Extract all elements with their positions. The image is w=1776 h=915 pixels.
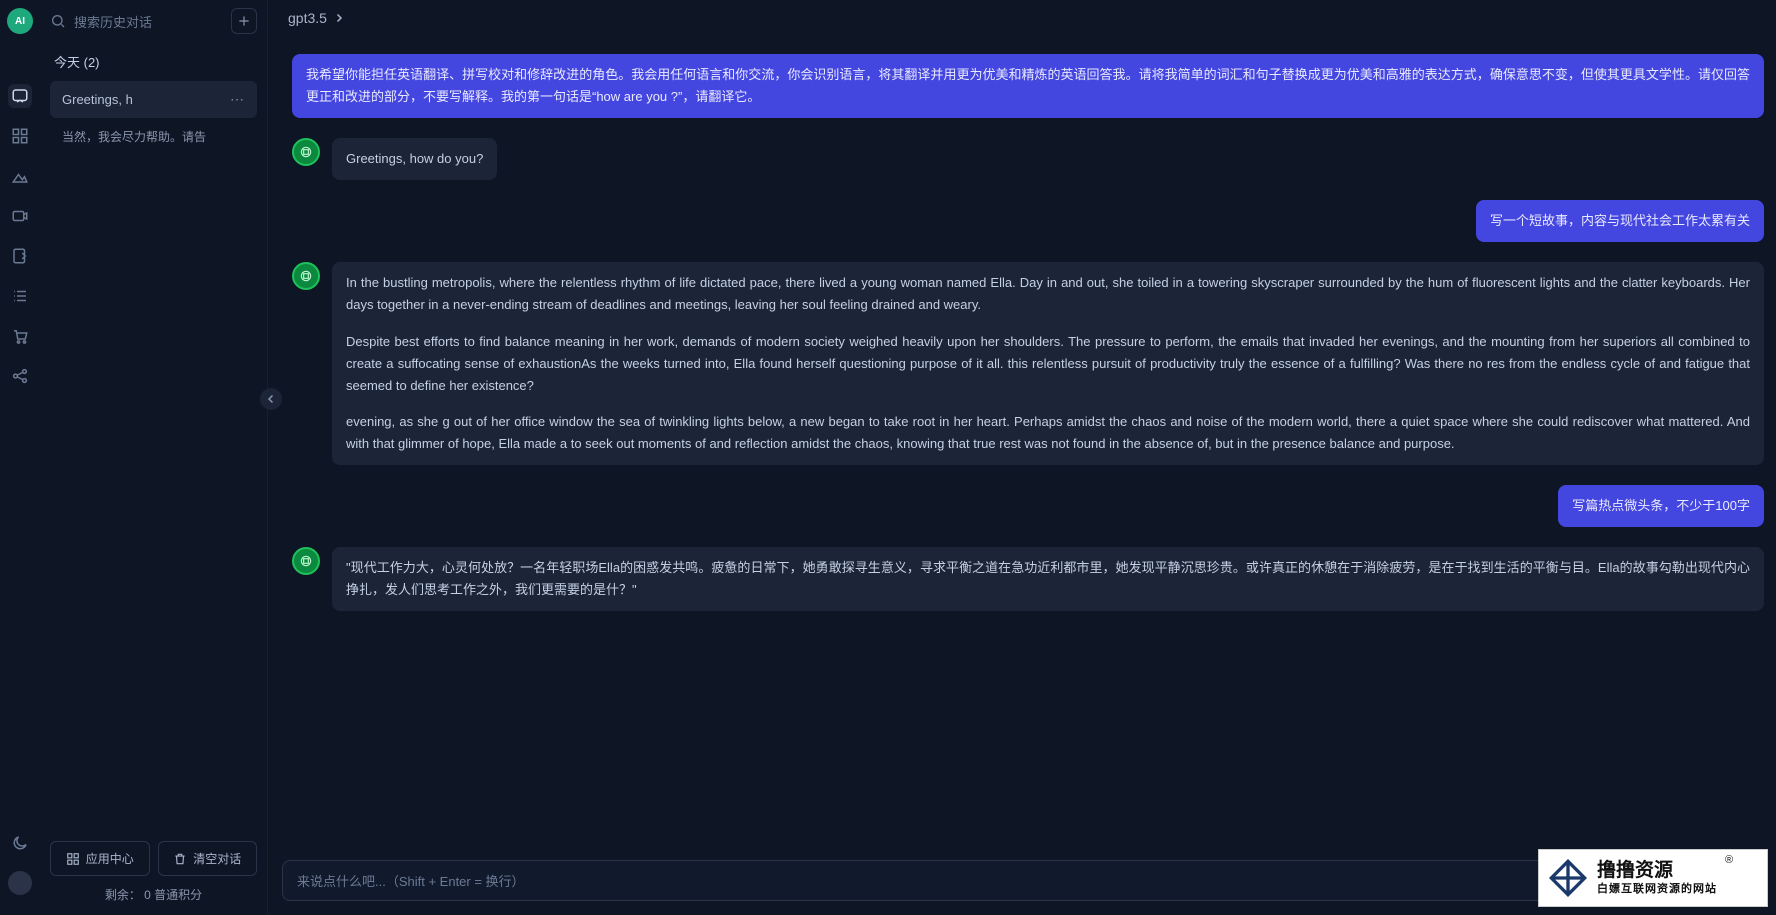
grid-icon — [66, 852, 80, 866]
watermark-subtitle: 白嫖互联网资源的网站 — [1597, 883, 1717, 896]
watermark-logo-icon — [1547, 857, 1589, 899]
model-header[interactable]: gpt3.5 — [268, 0, 1776, 36]
plus-icon — [237, 14, 251, 28]
message-user: 写一个短故事，内容与现代社会工作太累有关 — [292, 200, 1764, 242]
model-name: gpt3.5 — [288, 10, 327, 26]
nav-chat-icon[interactable] — [8, 84, 32, 108]
nav-video-icon[interactable] — [8, 204, 32, 228]
assistant-avatar-icon — [292, 262, 320, 290]
nav-cart-icon[interactable] — [8, 324, 32, 348]
assistant-bubble: Greetings, how do you? — [332, 138, 497, 180]
nav-write-icon[interactable] — [8, 244, 32, 268]
main-pane: gpt3.5 我希望你能担任英语翻译、拼写校对和修辞改进的角色。我会用任何语言和… — [268, 0, 1776, 915]
conversation-title: Greetings, h — [62, 92, 133, 107]
watermark-title: 撸撸资源 — [1597, 860, 1717, 883]
nav-theme-icon[interactable] — [8, 831, 32, 855]
search-input[interactable]: 搜索历史对话 — [50, 12, 223, 31]
app-avatar[interactable]: AI — [7, 8, 33, 34]
message-user: 写篇热点微头条，不少于100字 — [292, 485, 1764, 527]
assistant-bubble: "现代工作力大，心灵何处放？一名年轻职场Ella的困惑发共鸣。疲惫的日常下，她勇… — [332, 547, 1764, 611]
watermark-badge: 撸撸资源 白嫖互联网资源的网站 ® — [1538, 849, 1768, 907]
search-placeholder: 搜索历史对话 — [74, 12, 152, 31]
collapse-sidebar-button[interactable] — [260, 388, 282, 410]
nav-rail: AI — [0, 0, 40, 915]
search-icon — [50, 13, 66, 29]
assistant-avatar-icon — [292, 547, 320, 575]
assistant-avatar-icon — [292, 138, 320, 166]
chevron-right-icon — [333, 12, 345, 24]
assistant-bubble: In the bustling metropolis, where the re… — [332, 262, 1764, 465]
nav-apps-icon[interactable] — [8, 124, 32, 148]
user-bubble: 写篇热点微头条，不少于100字 — [1558, 485, 1764, 527]
message-assistant: "现代工作力大，心灵何处放？一名年轻职场Ella的困惑发共鸣。疲惫的日常下，她勇… — [292, 547, 1764, 611]
clear-chat-button[interactable]: 清空对话 — [158, 841, 258, 876]
chevron-left-icon — [265, 393, 277, 405]
message-assistant: Greetings, how do you? — [292, 138, 1764, 180]
trash-icon — [173, 852, 187, 866]
date-header: 今天 (2) — [40, 42, 267, 77]
chat-input-placeholder: 来说点什么吧...（Shift + Enter = 换行） — [297, 874, 525, 889]
nav-list-icon[interactable] — [8, 284, 32, 308]
message-user: 我希望你能担任英语翻译、拼写校对和修辞改进的角色。我会用任何语言和你交流，你会识… — [292, 54, 1764, 118]
message-assistant: In the bustling metropolis, where the re… — [292, 262, 1764, 465]
conversation-preview[interactable]: 当然，我会尽力帮助。请告 — [40, 122, 267, 155]
nav-share-icon[interactable] — [8, 364, 32, 388]
user-bubble: 我希望你能担任英语翻译、拼写校对和修辞改进的角色。我会用任何语言和你交流，你会识… — [292, 54, 1764, 118]
nav-user-avatar[interactable] — [8, 871, 32, 895]
conversation-more-icon[interactable]: ⋯ — [230, 91, 245, 108]
credit-line: 剩余： 0 普通积分 — [50, 886, 257, 903]
sidebar: 搜索历史对话 今天 (2) Greetings, h ⋯ 当然，我会尽力帮助。请… — [40, 0, 268, 915]
new-chat-button[interactable] — [231, 8, 257, 34]
conversation-item[interactable]: Greetings, h ⋯ — [50, 81, 257, 118]
watermark-registered-icon: ® — [1725, 854, 1733, 866]
chat-scroll[interactable]: 我希望你能担任英语翻译、拼写校对和修辞改进的角色。我会用任何语言和你交流，你会识… — [268, 36, 1776, 860]
user-bubble: 写一个短故事，内容与现代社会工作太累有关 — [1476, 200, 1764, 242]
app-center-button[interactable]: 应用中心 — [50, 841, 150, 876]
nav-image-icon[interactable] — [8, 164, 32, 188]
